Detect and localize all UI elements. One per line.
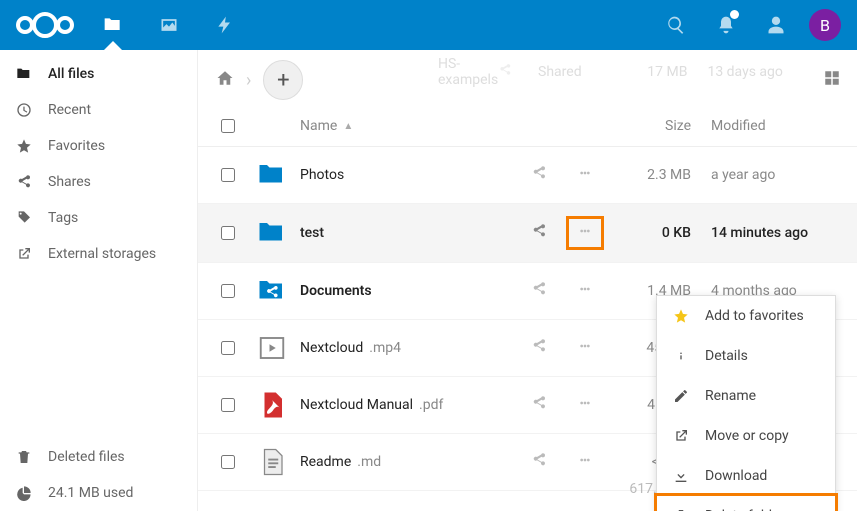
sidebar-item-label: Recent bbox=[48, 102, 91, 118]
file-modified: 14 minutes ago bbox=[701, 225, 841, 241]
file-icon bbox=[256, 446, 288, 478]
row-actions-icon[interactable] bbox=[577, 338, 593, 358]
share-icon[interactable] bbox=[531, 395, 547, 415]
row-actions-icon[interactable] bbox=[577, 281, 593, 301]
row-checkbox[interactable] bbox=[221, 168, 235, 182]
share-icon[interactable] bbox=[531, 338, 547, 358]
table-row[interactable]: Photos 2.3 MBa year ago bbox=[198, 147, 857, 204]
menu-details[interactable]: Details bbox=[657, 336, 835, 376]
file-size: 0 KB bbox=[611, 225, 701, 241]
sidebar-item-label: External storages bbox=[48, 246, 156, 262]
menu-delete-folder[interactable]: Delete folder bbox=[657, 496, 835, 511]
sidebar-item-recent[interactable]: Recent bbox=[0, 92, 197, 128]
menu-add-favorites[interactable]: Add to favorites bbox=[657, 296, 835, 336]
search-icon[interactable] bbox=[651, 0, 701, 50]
row-actions-icon[interactable] bbox=[577, 452, 593, 472]
top-bar: B bbox=[0, 0, 857, 50]
share-icon[interactable] bbox=[531, 452, 547, 472]
logo[interactable] bbox=[8, 8, 82, 42]
row-checkbox[interactable] bbox=[221, 284, 235, 298]
file-icon bbox=[256, 217, 288, 249]
quota-label: 24.1 MB used bbox=[48, 485, 133, 501]
sidebar-item-all-files[interactable]: All files bbox=[0, 56, 197, 92]
file-name[interactable]: test bbox=[300, 225, 519, 241]
menu-move-copy[interactable]: Move or copy bbox=[657, 416, 835, 456]
file-size: 2.3 MB bbox=[611, 167, 701, 183]
menu-download[interactable]: Download bbox=[657, 456, 835, 496]
sidebar-item-external[interactable]: External storages bbox=[0, 236, 197, 272]
share-icon[interactable] bbox=[531, 165, 547, 185]
share-icon[interactable] bbox=[531, 281, 547, 301]
add-button[interactable]: + bbox=[263, 60, 303, 100]
contacts-icon[interactable] bbox=[751, 0, 801, 50]
file-modified: a year ago bbox=[701, 167, 841, 183]
menu-rename[interactable]: Rename bbox=[657, 376, 835, 416]
row-checkbox[interactable] bbox=[221, 226, 235, 240]
file-icon bbox=[256, 332, 288, 364]
row-checkbox[interactable] bbox=[221, 341, 235, 355]
row-actions-icon[interactable] bbox=[577, 165, 593, 185]
row-actions-icon[interactable] bbox=[577, 395, 593, 415]
sidebar-item-tags[interactable]: Tags bbox=[0, 200, 197, 236]
sidebar-item-label: Deleted files bbox=[48, 449, 125, 465]
nav-files[interactable] bbox=[88, 0, 138, 50]
sidebar: All files Recent Favorites Shares Tags E… bbox=[0, 50, 198, 511]
home-icon[interactable] bbox=[216, 69, 234, 91]
file-name[interactable]: Documents bbox=[300, 283, 519, 299]
sidebar-item-deleted[interactable]: Deleted files bbox=[0, 439, 197, 475]
sidebar-item-label: Favorites bbox=[48, 138, 105, 154]
nav-activity[interactable] bbox=[200, 0, 250, 50]
row-checkbox[interactable] bbox=[221, 398, 235, 412]
grid-view-icon[interactable] bbox=[823, 69, 841, 91]
sidebar-item-label: All files bbox=[48, 66, 94, 82]
header-size[interactable]: Size bbox=[611, 118, 701, 134]
main-content: HS-exampels Shared 17 MB 13 days ago › +… bbox=[198, 50, 857, 511]
sort-asc-icon: ▲ bbox=[343, 121, 353, 132]
notifications-icon[interactable] bbox=[701, 0, 751, 50]
row-actions-icon[interactable] bbox=[566, 216, 604, 250]
sidebar-item-shares[interactable]: Shares bbox=[0, 164, 197, 200]
file-name[interactable]: Readme.md bbox=[300, 454, 519, 470]
header-modified[interactable]: Modified bbox=[701, 118, 841, 134]
context-menu: Add to favorites Details Rename Move or … bbox=[656, 295, 836, 511]
file-name[interactable]: Photos bbox=[300, 167, 519, 183]
breadcrumb-separator: › bbox=[246, 70, 251, 91]
sidebar-item-label: Tags bbox=[48, 210, 78, 226]
header-name[interactable]: Name▲ bbox=[300, 118, 519, 134]
avatar[interactable]: B bbox=[809, 9, 841, 41]
table-header: Name▲ Size Modified bbox=[198, 110, 857, 147]
sidebar-item-quota: 24.1 MB used bbox=[0, 475, 197, 511]
sidebar-item-favorites[interactable]: Favorites bbox=[0, 128, 197, 164]
file-icon bbox=[256, 159, 288, 191]
nav-gallery[interactable] bbox=[144, 0, 194, 50]
row-checkbox[interactable] bbox=[221, 455, 235, 469]
file-name[interactable]: Nextcloud.mp4 bbox=[300, 340, 519, 356]
share-icon[interactable] bbox=[531, 223, 547, 243]
file-icon bbox=[256, 275, 288, 307]
file-name[interactable]: Nextcloud Manual.pdf bbox=[300, 397, 519, 413]
sidebar-item-label: Shares bbox=[48, 174, 91, 190]
file-icon bbox=[256, 389, 288, 421]
select-all-checkbox[interactable] bbox=[221, 119, 235, 133]
table-row[interactable]: test 0 KB14 minutes ago bbox=[198, 204, 857, 263]
